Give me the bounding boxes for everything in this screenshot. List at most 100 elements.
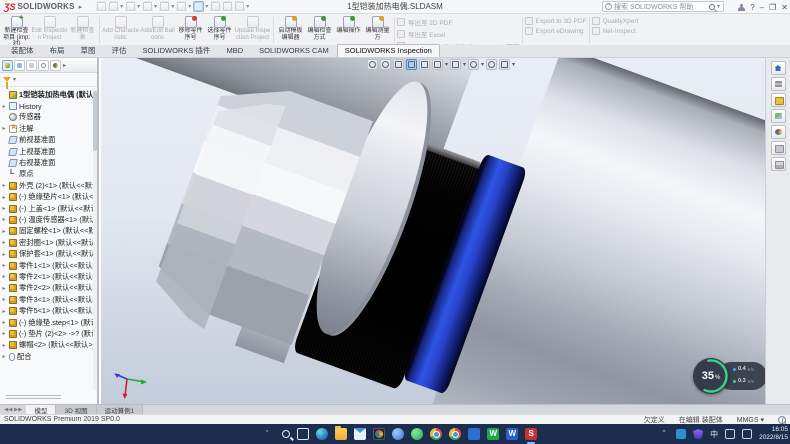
- tree-item[interactable]: ▸外壳 (2)<1> (默认<<默认>_显示状: [0, 180, 93, 191]
- tray-chevron-icon[interactable]: ⌃: [659, 429, 669, 439]
- tab-mbd[interactable]: MBD: [218, 44, 251, 57]
- tree-item[interactable]: ▸零件5<1> (默认<<默认>_显示状: [0, 305, 93, 316]
- expand-arrow[interactable]: ▸: [1, 228, 7, 235]
- taskbar-clock[interactable]: 16:05 2022/8/15: [759, 426, 788, 442]
- tab-3d-views[interactable]: 3D 视图: [56, 405, 96, 414]
- graphics-viewport[interactable]: ▾ ▾ ▾ ▾: [101, 58, 765, 404]
- tab-motion-study-1[interactable]: 运动算例1: [97, 405, 144, 414]
- view-palette-icon[interactable]: [771, 109, 786, 123]
- mail-icon[interactable]: [354, 428, 366, 440]
- tree-item[interactable]: ▸(-) 温度传感器<1> (默认<<默认>_: [0, 214, 93, 225]
- launch-template-editor-button[interactable]: 启动模板编辑器: [276, 15, 305, 45]
- tree-item[interactable]: 右视基准面: [0, 157, 93, 168]
- featuremanager-tree-icon[interactable]: [2, 60, 13, 71]
- rebuild-icon[interactable]: [210, 1, 221, 12]
- view-settings-icon[interactable]: [499, 59, 510, 70]
- expand-arrow[interactable]: ▸: [1, 216, 7, 223]
- tree-item[interactable]: ▸零件2<1> (默认<<默认>_显示状: [0, 271, 93, 282]
- expand-arrow[interactable]: ▸: [1, 319, 7, 326]
- browser-icon[interactable]: [449, 428, 461, 440]
- select-balloon-button[interactable]: 选择零件序号: [205, 15, 234, 45]
- wps-icon[interactable]: [487, 428, 499, 440]
- menu-expand-arrow-icon[interactable]: ▸: [79, 3, 83, 11]
- minimize-button[interactable]: –: [760, 3, 764, 12]
- solidworks-logo[interactable]: ƷS SOLIDWORKS ▸: [0, 0, 86, 13]
- expand-arrow[interactable]: ▸: [1, 194, 7, 201]
- file-explorer-icon[interactable]: [335, 428, 347, 440]
- restore-button[interactable]: ❐: [769, 3, 776, 12]
- expand-arrow[interactable]: ▸: [1, 273, 7, 280]
- open-dropdown-icon[interactable]: ▾: [137, 3, 140, 10]
- tree-item[interactable]: ▸密封圈<1> (默认<<默认>_显示状: [0, 237, 93, 248]
- hide-show-items-icon[interactable]: [468, 59, 479, 70]
- tab-layout[interactable]: 布局: [42, 44, 73, 57]
- expand-arrow[interactable]: ▸: [1, 182, 7, 189]
- ime-indicator[interactable]: 中: [710, 429, 718, 440]
- tree-item[interactable]: ▸(-) 绝缘垫片<1> (默认<<默认>_显: [0, 192, 93, 203]
- display-style-dropdown-icon[interactable]: ▾: [463, 61, 466, 68]
- tree-root[interactable]: 1型铠装加热电偶 (默认<默认_显示状态-1: [0, 89, 93, 100]
- tag-globe-icon[interactable]: [778, 416, 786, 424]
- network-icon[interactable]: [725, 429, 735, 439]
- tree-item[interactable]: ▸零件2<2> (默认<<默认>_显示状: [0, 283, 93, 294]
- edit-operation-button[interactable]: 编辑操作: [334, 15, 363, 45]
- edge-icon[interactable]: [316, 428, 328, 440]
- tree-item[interactable]: 上视基准面: [0, 146, 93, 157]
- tree-item[interactable]: 原点: [0, 169, 93, 180]
- cloud-app-icon[interactable]: [392, 428, 404, 440]
- view-orientation-dropdown-icon[interactable]: ▾: [445, 61, 448, 68]
- expand-arrow[interactable]: ▸: [1, 296, 7, 303]
- home-icon[interactable]: [96, 1, 107, 12]
- filter-icon[interactable]: [3, 77, 11, 82]
- units-selector[interactable]: MMGS ▾: [737, 416, 764, 424]
- tab-solidworks-cam[interactable]: SOLIDWORKS CAM: [251, 44, 337, 57]
- tab-solidworks-inspection[interactable]: SOLIDWORKS Inspection: [337, 44, 440, 57]
- tab-assembly[interactable]: 装配体: [3, 44, 42, 57]
- displaymanager-icon[interactable]: [50, 60, 61, 71]
- print-dropdown-icon[interactable]: ▾: [171, 3, 174, 10]
- security-shield-icon[interactable]: [693, 429, 703, 439]
- tree-item[interactable]: 前视基准面: [0, 135, 93, 146]
- viewports-icon[interactable]: [222, 1, 233, 12]
- tree-item[interactable]: ▸(-) 上盖<1> (默认<<默认>_显示状: [0, 203, 93, 214]
- tree-item[interactable]: ▸History: [0, 100, 93, 111]
- tree-item[interactable]: ▸(-) 绝缘垫.step<1> (默认<<默认: [0, 317, 93, 328]
- start-icon[interactable]: [266, 430, 271, 435]
- copy-settings-icon[interactable]: [771, 157, 786, 171]
- section-view-icon[interactable]: [406, 59, 417, 70]
- new-document-icon[interactable]: [108, 1, 119, 12]
- file-explorer-icon[interactable]: [771, 93, 786, 107]
- expand-arrow[interactable]: ▸: [1, 239, 7, 246]
- search-icon[interactable]: [282, 430, 290, 438]
- new-dropdown-icon[interactable]: ▾: [120, 3, 123, 10]
- expand-arrow[interactable]: ▸: [1, 262, 7, 269]
- tab-addins[interactable]: SOLIDWORKS 插件: [135, 44, 219, 57]
- close-button[interactable]: ✕: [781, 3, 788, 12]
- save-icon[interactable]: [142, 1, 153, 12]
- expand-arrow[interactable]: ▸: [1, 308, 7, 315]
- options-dropdown-icon[interactable]: ▾: [246, 3, 249, 10]
- previous-view-icon[interactable]: [393, 59, 404, 70]
- search-icon[interactable]: [709, 4, 715, 10]
- expand-arrow[interactable]: ▸: [1, 285, 7, 292]
- remove-balloon-button[interactable]: 移除零件序号: [176, 15, 205, 45]
- volume-icon[interactable]: [742, 429, 752, 439]
- tab-evaluate[interactable]: 评估: [104, 44, 135, 57]
- appearances-scenes-icon[interactable]: [771, 125, 786, 139]
- expand-arrow[interactable]: ▸: [1, 342, 7, 349]
- design-library-icon[interactable]: [771, 77, 786, 91]
- expand-arrow[interactable]: ▸: [1, 353, 7, 360]
- green-app-icon[interactable]: [411, 428, 423, 440]
- onedrive-icon[interactable]: [676, 429, 686, 439]
- expand-arrow[interactable]: ▸: [1, 103, 7, 110]
- tree-item[interactable]: 传感器: [0, 112, 93, 123]
- filter-dropdown-icon[interactable]: ▾: [13, 76, 16, 83]
- blue-doc-app-icon[interactable]: [468, 428, 480, 440]
- tree-item[interactable]: ▸零件3<1> (默认<<默认>_显示状: [0, 294, 93, 305]
- tree-item[interactable]: ▸注解: [0, 123, 93, 134]
- word-icon[interactable]: [506, 428, 518, 440]
- expand-arrow[interactable]: ▸: [1, 330, 7, 337]
- tree-item[interactable]: ▸保护套<1> (默认<<默认>_显示状: [0, 248, 93, 259]
- login-icon[interactable]: [738, 4, 745, 11]
- print-icon[interactable]: [159, 1, 170, 12]
